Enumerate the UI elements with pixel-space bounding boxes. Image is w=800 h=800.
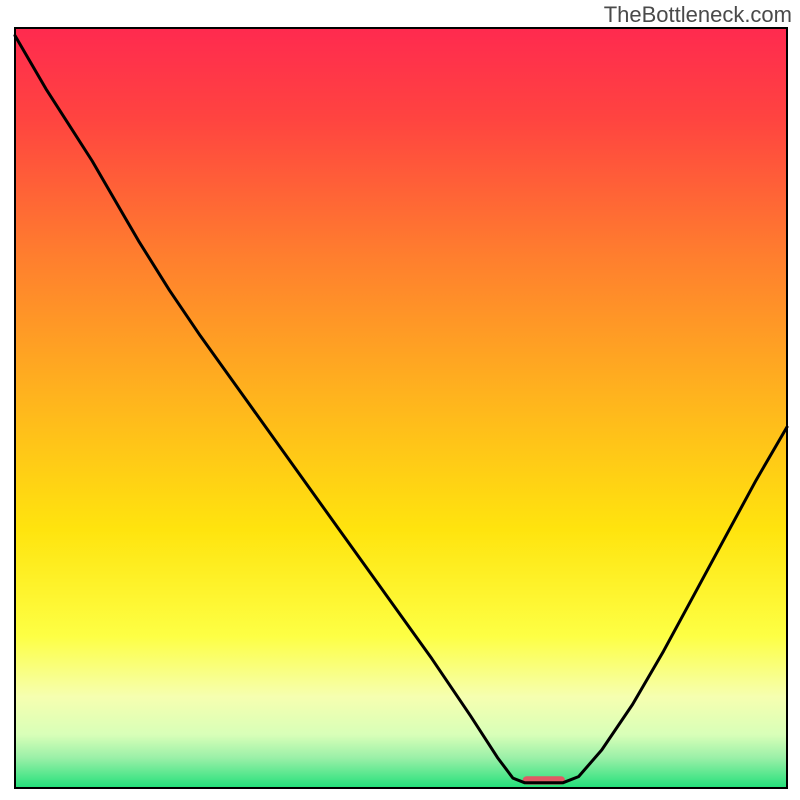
bottleneck-chart: TheBottleneck.com [0,0,800,800]
watermark-label: TheBottleneck.com [604,2,792,28]
chart-svg [0,0,800,800]
gradient-fill [15,28,787,788]
